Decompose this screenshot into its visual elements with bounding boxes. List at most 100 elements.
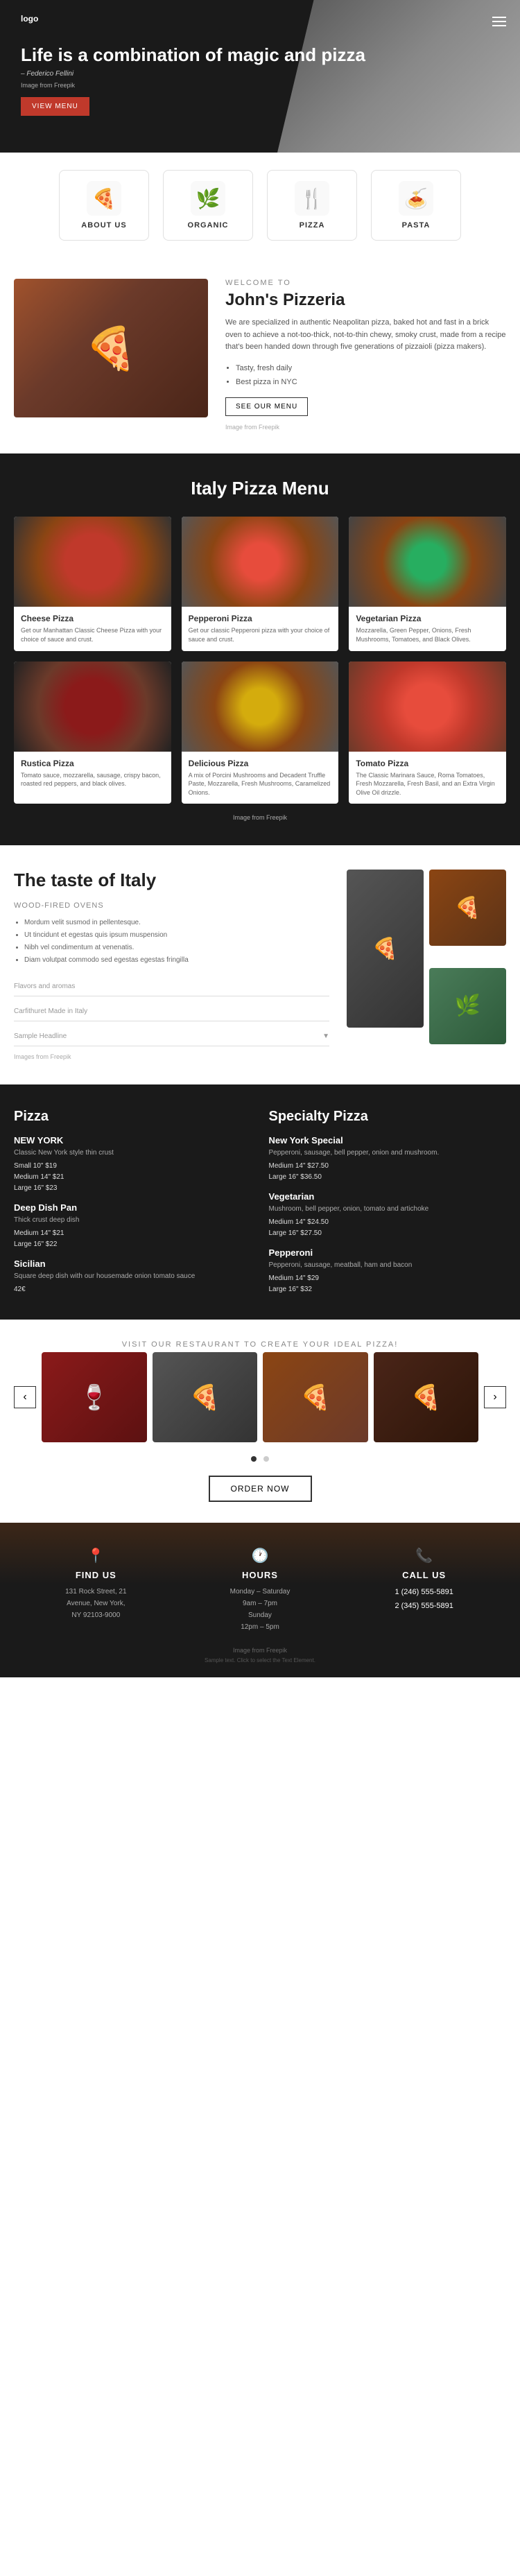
welcome-subtitle: WELCOME TO [225,279,506,287]
pepperoni-specialty-name: Pepperoni [269,1247,507,1258]
taste-dropdown[interactable]: Sample Headline ▼ [14,1027,329,1046]
pizza-card-rustica: Rustica Pizza Tomato sauce, mozzarella, … [14,662,171,804]
gallery-next-button[interactable]: › [484,1386,506,1408]
vegetarian-pizza-body: Vegetarian Pizza Mozzarella, Green Peppe… [349,607,506,650]
tomato-pizza-desc: The Classic Marinara Sauce, Roma Tomatoe… [356,771,499,797]
welcome-img-credit: Image from Freepik [225,424,279,431]
italy-pizza-menu-section: Italy Pizza Menu Cheese Pizza Get our Ma… [0,453,520,845]
taste-photo-2: 🍕 [429,870,506,946]
delicious-pizza-desc: A mix of Porcini Mushrooms and Decadent … [189,771,332,797]
welcome-pizza-image: 🍕 [14,279,208,417]
pepperoni-pizza-image [182,517,339,607]
delicious-pizza-title: Delicious Pizza [189,759,332,768]
ny-special-desc: Pepperoni, sausage, bell pepper, onion a… [269,1148,507,1158]
phone-numbers: 1 (246) 555-58912 (345) 555-5891 [355,1586,494,1614]
vegetarian-specialty-price: Medium 14" $24.50Large 16" $27.50 [269,1217,507,1239]
ny-special-name: New York Special [269,1135,507,1146]
gallery-dot-2[interactable] [263,1456,269,1462]
gallery-photo-4: 🍕 [374,1352,479,1442]
hours-title: HOURS [191,1570,329,1580]
taste-title: The taste of Italy [14,870,329,891]
vegetarian-pizza-title: Vegetarian Pizza [356,614,499,623]
category-pizza[interactable]: 🍴 PIZZA [267,170,357,241]
sicilian-desc: Square deep dish with our housemade onio… [14,1271,252,1281]
see-menu-button[interactable]: SEE OUR MENU [225,397,308,416]
footer-img-credit: Image from Freepik [14,1647,506,1654]
taste-flavors-field[interactable]: Flavors and aromas [14,977,329,996]
gallery-prev-button[interactable]: ‹ [14,1386,36,1408]
rustica-pizza-body: Rustica Pizza Tomato sauce, mozzarella, … [14,752,171,795]
specialty-pizza-title: Specialty Pizza [269,1109,507,1125]
clock-icon: 🕐 [191,1547,329,1564]
taste-img-credit: Images from Freepik [14,1053,329,1060]
rustica-pizza-title: Rustica Pizza [21,759,164,768]
pizza-grid: Cheese Pizza Get our Manhattan Classic C… [14,517,506,804]
category-organic[interactable]: 🌿 ORGANIC [163,170,253,241]
welcome-section: 🍕 WELCOME TO John's Pizzeria We are spec… [0,258,520,453]
categories-section: 🍕 ABOUT US 🌿 ORGANIC 🍴 PIZZA 🍝 PASTA [0,153,520,258]
find-us-address: 131 Rock Street, 21Avenue, New York,NY 9… [26,1586,165,1621]
gallery-photo-3: 🍕 [263,1352,368,1442]
call-us-title: CALL US [355,1570,494,1580]
hero-section: logo Life is a combination of magic and … [0,0,520,153]
category-pasta[interactable]: 🍝 PASTA [371,170,461,241]
footer-note: Sample text. Click to select the Text El… [14,1657,506,1663]
hours-text: Monday – Saturday9am – 7pmSunday12pm – 5… [191,1586,329,1633]
delicious-pizza-body: Delicious Pizza A mix of Porcini Mushroo… [182,752,339,804]
hamburger-menu[interactable] [492,14,506,29]
new-york-pizza-price: Small 10" $19Medium 14" $21Large 16" $23 [14,1161,252,1194]
tomato-pizza-title: Tomato Pizza [356,759,499,768]
cheese-pizza-title: Cheese Pizza [21,614,164,623]
taste-photo-3: 🌿 [429,968,506,1044]
taste-bullet-4: Diam volutpat commodo sed egestas egesta… [24,954,329,967]
vegetarian-pizza-desc: Mozzarella, Green Pepper, Onions, Fresh … [356,626,499,643]
gallery-subtitle: Visit our restaurant to create your idea… [14,1340,506,1349]
order-now-button[interactable]: ORDER NOW [209,1476,312,1502]
taste-made-in-italy-field[interactable]: Carfithuret Made in Italy [14,1002,329,1021]
gallery-photo-2: 🍕 [153,1352,258,1442]
new-york-pizza-desc: Classic New York style thin crust [14,1148,252,1158]
deep-dish-name: Deep Dish Pan [14,1202,252,1213]
hero-author: – Federico Fellini [21,70,499,78]
vegetarian-pizza-image [349,517,506,607]
welcome-image: 🍕 [14,279,208,417]
menu-dark-section: Pizza NEW YORK Classic New York style th… [0,1084,520,1320]
category-organic-label: ORGANIC [188,221,229,230]
ny-special-price: Medium 14" $27.50Large 16" $36.50 [269,1161,507,1183]
category-about-us-label: ABOUT US [81,221,126,230]
pizza-icon: 🍴 [295,181,329,216]
cheese-pizza-body: Cheese Pizza Get our Manhattan Classic C… [14,607,171,650]
gallery-section: Visit our restaurant to create your idea… [0,1320,520,1523]
footer-call-us: 📞 CALL US 1 (246) 555-58912 (345) 555-58… [355,1547,494,1633]
sicilian-name: Sicilian [14,1259,252,1269]
pizza-card-pepperoni: Pepperoni Pizza Get our classic Pepperon… [182,517,339,650]
taste-bullet-1: Mordum velit susmod in pellentesque. [24,917,329,929]
pizza-menu-list: Pizza NEW YORK Classic New York style th… [14,1109,252,1295]
rustica-pizza-desc: Tomato sauce, mozzarella, sausage, crisp… [21,771,164,788]
phone-icon: 📞 [355,1547,494,1564]
tomato-pizza-body: Tomato Pizza The Classic Marinara Sauce,… [349,752,506,804]
pepperoni-pizza-body: Pepperoni Pizza Get our classic Pepperon… [182,607,339,650]
taste-left: The taste of Italy Wood-fired ovens Mord… [14,870,329,1060]
gallery-dot-1[interactable] [251,1456,257,1462]
hero-headline: Life is a combination of magic and pizza [21,44,499,66]
view-menu-button[interactable]: VIEW MENU [21,97,89,116]
pasta-icon: 🍝 [399,181,433,216]
organic-icon: 🌿 [191,181,225,216]
chevron-down-icon: ▼ [322,1032,329,1040]
cheese-pizza-image [14,517,171,607]
category-about-us[interactable]: 🍕 ABOUT US [59,170,149,241]
footer-find-us: 📍 FIND US 131 Rock Street, 21Avenue, New… [26,1547,165,1633]
pizza-list-title: Pizza [14,1109,252,1125]
deep-dish-desc: Thick crust deep dish [14,1215,252,1225]
pepperoni-pizza-title: Pepperoni Pizza [189,614,332,623]
find-us-title: FIND US [26,1570,165,1580]
pizza-card-vegetarian: Vegetarian Pizza Mozzarella, Green Peppe… [349,517,506,650]
category-pizza-label: PIZZA [300,221,325,230]
cheese-pizza-desc: Get our Manhattan Classic Cheese Pizza w… [21,626,164,643]
hero-img-credit: Image from Freepik [21,82,499,89]
pizza-menu-img-credit: Image from Freepik [14,814,506,821]
taste-bullet-2: Ut tincidunt et egestas quis ipsum muspe… [24,929,329,942]
logo: logo [21,14,499,24]
delicious-pizza-image [182,662,339,752]
